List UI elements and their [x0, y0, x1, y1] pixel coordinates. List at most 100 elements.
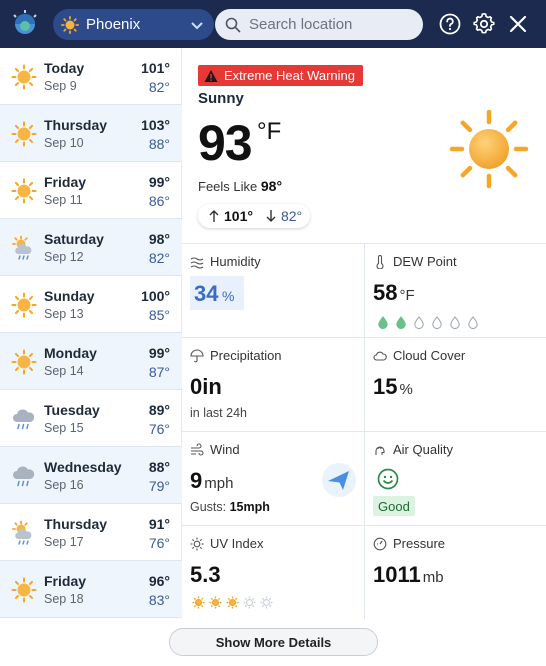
forecast-low: 82° [148, 79, 170, 95]
forecast-date: Sep 14 [44, 364, 84, 378]
forecast-date: Sep 9 [44, 79, 77, 93]
gear-icon[interactable] [472, 12, 496, 36]
forecast-day-row[interactable]: Today Sep 9 101° 82° [0, 48, 182, 105]
forecast-day-name: Sunday [44, 288, 95, 304]
wind-icon [191, 442, 204, 456]
forecast-high: 100° [141, 288, 170, 304]
uv-sun-filled-icon [209, 596, 222, 609]
drop-empty-icon [414, 316, 424, 329]
forecast-day-row[interactable]: Friday Sep 18 96° 83° [0, 561, 182, 618]
uv-sun-empty-icon [243, 596, 256, 609]
forecast-day-name: Wednesday [44, 459, 122, 475]
sun-icon [11, 121, 37, 147]
forecast-date: Sep 17 [44, 535, 84, 549]
forecast-day-name: Monday [44, 345, 97, 361]
warning-icon [204, 69, 218, 82]
location-select[interactable]: Phoenix [53, 9, 214, 40]
forecast-day-row[interactable]: Monday Sep 14 99° 87° [0, 333, 182, 390]
sun-icon [11, 64, 37, 90]
air-quality-card: Air Quality Good [364, 431, 546, 525]
forecast-day-name: Thursday [44, 516, 108, 532]
sun-icon [11, 577, 37, 603]
warning-text: Extreme Heat Warning [224, 68, 356, 83]
air-quality-title: Air Quality [373, 442, 453, 457]
forecast-day-row[interactable]: Thursday Sep 10 103° 88° [0, 105, 182, 162]
forecast-day-row[interactable]: Saturday Sep 12 98° 82° [0, 219, 182, 276]
forecast-low: 83° [148, 592, 170, 608]
wind-gusts: Gusts: 15mph [190, 500, 270, 514]
forecast-high: 89° [148, 402, 170, 418]
forecast-day-name: Friday [44, 573, 87, 589]
sun-icon [11, 178, 37, 204]
drop-filled-icon [378, 316, 388, 329]
forecast-list: Today Sep 9 101° 82° Thursday Sep 10 103° 88° Fr… [0, 48, 182, 618]
uv-sun-empty-icon [260, 596, 273, 609]
cloud-icon [373, 351, 387, 361]
uv-index-value: 5.3 [190, 562, 221, 587]
cloud-cover-value: 15% [373, 374, 413, 399]
show-more-details-button[interactable]: Show More Details [169, 628, 378, 656]
humidity-waves-icon [190, 256, 204, 269]
forecast-low: 85° [148, 307, 170, 323]
thermometer-icon [376, 254, 384, 269]
temperature-unit: °F [257, 118, 282, 145]
forecast-day-row[interactable]: Thursday Sep 17 91° 76° [0, 504, 182, 561]
arrow-up-icon [209, 210, 219, 222]
current-condition: Sunny [198, 90, 244, 107]
location-name: Phoenix [86, 16, 141, 33]
current-temperature: 93 [198, 115, 253, 171]
forecast-day-name: Friday [44, 174, 87, 190]
pressure-value: 1011 mb [373, 562, 444, 587]
forecast-date: Sep 11 [44, 193, 83, 207]
drop-empty-icon [468, 316, 478, 329]
forecast-high: 96° [148, 573, 170, 589]
search-box[interactable] [215, 9, 423, 40]
sun-cloud-rain-icon [11, 520, 37, 546]
wind-card: Wind 9 mph Gusts: 15mph [182, 431, 364, 525]
forecast-high: 99° [148, 345, 170, 361]
forecast-low: 87° [148, 364, 170, 380]
sun-cloud-rain-icon [11, 235, 37, 261]
app-logo-icon [13, 10, 37, 34]
dew-point-drops [377, 316, 485, 329]
precipitation-value: 0in [190, 374, 222, 399]
forecast-low: 76° [148, 535, 170, 551]
close-icon[interactable] [506, 12, 530, 36]
forecast-low: 86° [148, 193, 170, 209]
drop-filled-icon [396, 316, 406, 329]
sun-icon [11, 349, 37, 375]
chevron-down-icon [191, 22, 203, 30]
forecast-day-name: Today [44, 60, 85, 76]
current-low: 82° [280, 208, 303, 224]
sun-icon [11, 292, 37, 318]
air-quality-icon [375, 445, 385, 455]
forecast-day-row[interactable]: Sunday Sep 13 100° 85° [0, 276, 182, 333]
humidity-card: Humidity 34 % [182, 243, 364, 337]
uv-sun-filled-icon [226, 596, 239, 609]
gauge-icon [373, 537, 387, 550]
sun-outline-icon [190, 537, 204, 550]
search-input[interactable] [249, 16, 419, 33]
air-quality-status: Good [373, 496, 415, 516]
forecast-low: 76° [148, 421, 170, 437]
uv-sun-filled-icon [192, 596, 205, 609]
pressure-title: Pressure [373, 536, 445, 551]
wind-value: 9 mph [190, 468, 234, 493]
rain-cloud-icon [11, 406, 37, 432]
help-icon[interactable] [438, 12, 462, 36]
forecast-day-row[interactable]: Wednesday Sep 16 88° 79° [0, 447, 182, 504]
uv-index-card: UV Index 5.3 [182, 525, 364, 619]
forecast-date: Sep 12 [44, 250, 84, 264]
forecast-day-name: Thursday [44, 117, 108, 133]
forecast-day-row[interactable]: Tuesday Sep 15 89° 76° [0, 390, 182, 447]
precipitation-card: Precipitation 0in in last 24h [182, 337, 364, 431]
precipitation-title: Precipitation [190, 348, 282, 363]
feels-like-value: 98° [260, 178, 283, 194]
forecast-high: 91° [148, 516, 170, 532]
forecast-low: 79° [148, 478, 170, 494]
heat-warning-badge[interactable]: Extreme Heat Warning [198, 65, 364, 86]
forecast-day-row[interactable]: Friday Sep 11 99° 86° [0, 162, 182, 219]
forecast-high: 99° [148, 174, 170, 190]
wind-title: Wind [190, 442, 240, 457]
high-low-pill: 101° 82° [198, 204, 310, 228]
